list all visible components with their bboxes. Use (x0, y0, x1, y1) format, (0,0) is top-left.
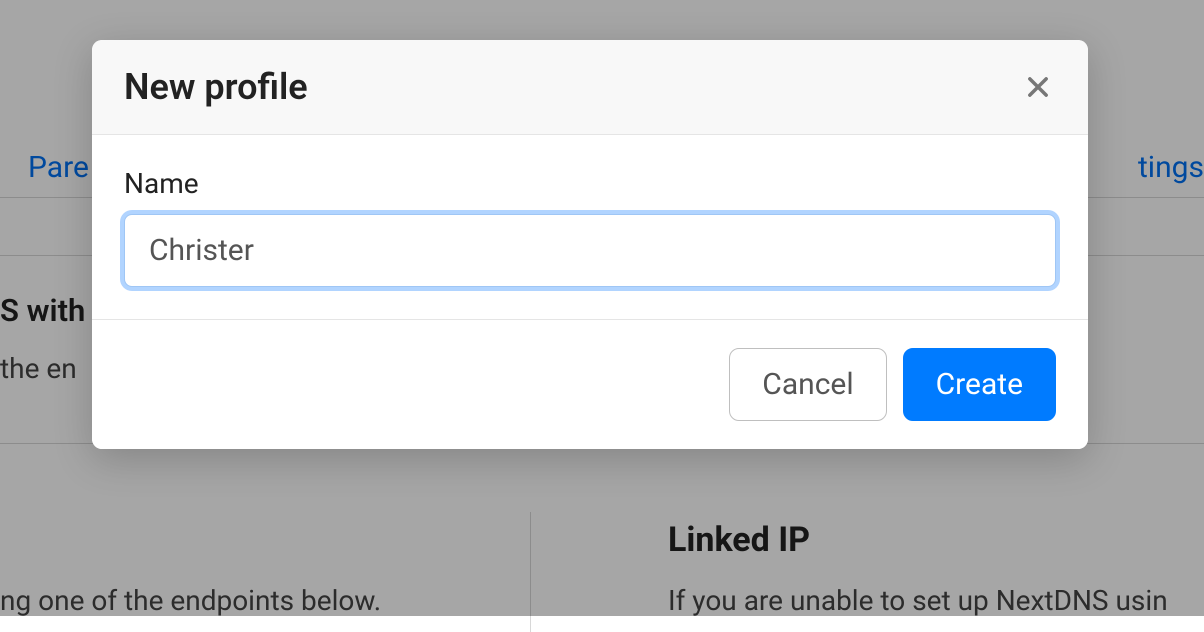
modal-body: Name (92, 135, 1088, 319)
create-button[interactable]: Create (903, 348, 1056, 421)
close-icon (1024, 73, 1052, 101)
name-input[interactable] (124, 214, 1056, 287)
modal-footer: Cancel Create (92, 319, 1088, 449)
close-button[interactable] (1020, 69, 1056, 105)
name-label: Name (124, 167, 1056, 200)
modal-header: New profile (92, 40, 1088, 135)
new-profile-modal: New profile Name Cancel Create (92, 40, 1088, 449)
modal-title: New profile (124, 66, 308, 108)
cancel-button[interactable]: Cancel (729, 348, 886, 421)
